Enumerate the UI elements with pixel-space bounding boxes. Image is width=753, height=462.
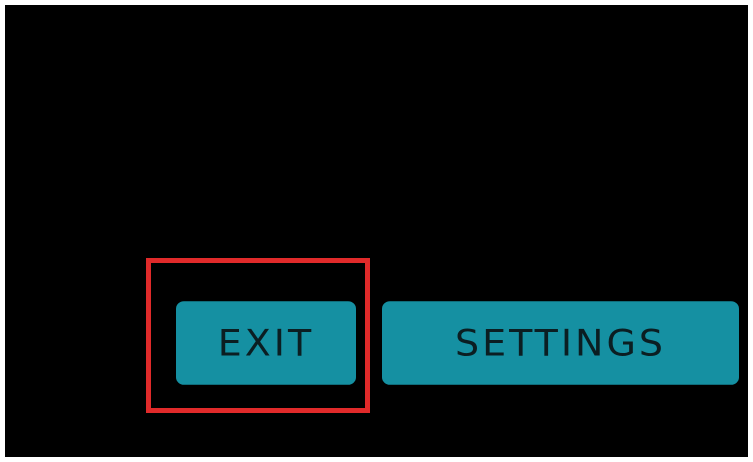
exit-button-label: EXIT [217, 322, 315, 364]
exit-button[interactable]: EXIT [176, 301, 356, 385]
settings-button-label: SETTINGS [454, 322, 667, 364]
game-screen: EXIT SETTINGS [5, 5, 748, 457]
settings-button[interactable]: SETTINGS [382, 301, 739, 385]
